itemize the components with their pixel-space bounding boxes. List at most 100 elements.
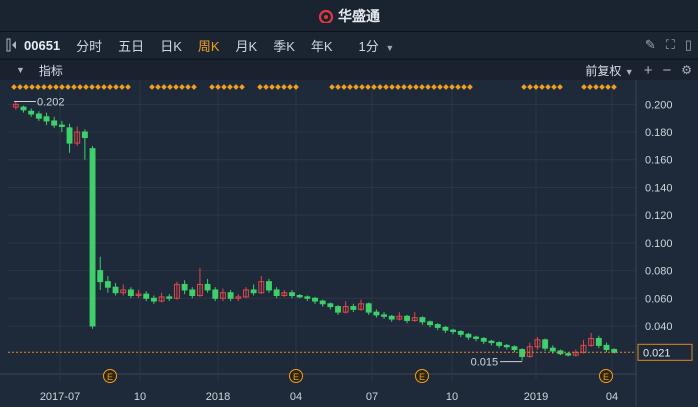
x-tick-label: 04 [290,391,302,403]
candle-body [388,315,395,320]
event-marker-label: E [603,372,609,382]
tab-intraday[interactable]: 分时 [76,36,102,55]
candle-body [565,353,572,356]
min-price-label: 0.015 [471,357,499,369]
plus-icon[interactable]: + [644,62,653,79]
earnings-event-marker[interactable]: E [599,369,613,383]
candle-body [58,124,65,127]
event-marker-label: E [107,372,113,382]
adjust-select[interactable]: 前复权 ▼ [585,62,633,79]
minus-icon[interactable]: − [662,62,671,79]
candle-body [319,300,326,305]
candle-body [104,281,111,288]
candle-body [442,326,449,331]
panel-toggle-icon[interactable]: ▯ [685,37,692,53]
max-price-label: 0.202 [37,97,65,109]
candle-body [66,127,73,144]
candle-body [419,317,426,323]
toolbar: 00651 分时 五日 日K 周K 月K 季K 年K 1分 ▼ ✎ ⛶ ▯ [0,32,698,58]
tab-weekly-k[interactable]: 周K [198,36,220,55]
y-tick-label: 0.080 [645,266,673,278]
candle-body [143,293,150,299]
y-tick-label: 0.100 [645,238,673,250]
pen-icon[interactable]: ✎ [645,37,656,53]
candle-body [181,283,188,291]
x-tick-label: 10 [446,391,458,403]
candle-body [296,295,303,298]
candle-body [603,344,610,351]
candle-body [404,315,411,321]
candle-body [266,281,272,291]
y-tick-label: 0.180 [645,127,673,139]
candle-body [20,106,27,111]
candle-body [434,324,441,328]
candle-body [365,303,372,313]
interval-value: 1分 [358,38,379,54]
candle-body [212,289,219,299]
x-tick-label: 10 [134,391,146,403]
candle-body [250,289,257,294]
candle-body [204,283,211,291]
candle-body [503,344,510,348]
sidebar-toggle-icon[interactable] [6,38,18,52]
candle-body [450,329,457,333]
chevron-down-icon: ▼ [385,42,395,53]
gear-icon[interactable]: ⚙ [681,63,692,77]
ticker-group[interactable]: 00651 [6,38,60,53]
earnings-event-marker[interactable]: E [289,369,303,383]
candle-body [542,339,549,349]
candle-body [519,349,526,357]
candle-body [496,342,503,346]
tab-quarterly-k[interactable]: 季K [273,36,295,55]
candle-body [373,311,380,316]
indicator-tools: 前复权 ▼ + − ⚙ [585,62,692,79]
candle-body [473,336,480,339]
candle-body [350,306,357,310]
app-logo: 华盛通 [318,6,380,26]
y-tick-label: 0.060 [645,293,673,305]
candle-body [427,321,434,326]
candle-body [312,297,318,302]
y-axis: 0.200 0.180 0.160 0.140 0.120 0.100 0.080 0.060… [645,99,673,333]
tab-yearly-k[interactable]: 年K [311,36,333,55]
tab-daily-k[interactable]: 日K [160,36,182,55]
x-tick-label: 2017-07 [40,391,80,403]
earnings-event-marker[interactable]: E [103,369,117,383]
candle-body [150,297,157,302]
candle-body [304,296,311,299]
candle-body [511,346,518,351]
kline-chart[interactable]: 0.202 0.015 0.021 0.200 0.180 0.160 0.140 0.12… [0,80,698,407]
event-marker-label: E [419,372,425,382]
chevron-down-icon: ▼ [624,66,634,77]
candle-body [335,306,341,313]
candle-body [381,314,387,317]
x-tick-label: 04 [606,391,618,403]
candle-body [189,289,196,296]
tab-five-day[interactable]: 五日 [118,36,144,55]
candle-body [549,347,556,352]
last-price-label: 0.021 [643,347,671,359]
interval-select[interactable]: 1分 ▼ [359,36,395,55]
candle-body [127,289,134,296]
x-tick-label: 07 [366,391,378,403]
app-title: 华盛通 [338,7,380,24]
earnings-event-marker[interactable]: E [415,369,429,383]
candle-body [465,333,472,338]
candle-body [595,337,602,346]
candle-body [35,113,42,119]
candle-body [112,286,119,294]
adjust-value: 前复权 [585,63,622,78]
y-tick-label: 0.140 [645,182,673,194]
candle-body [97,270,104,283]
fullscreen-icon[interactable]: ⛶ [666,37,675,53]
toolbar-tools: ✎ ⛶ ▯ [645,37,692,53]
candle-body [480,337,487,342]
candle-body [227,292,234,299]
ticker-code: 00651 [24,37,61,53]
indicator-label[interactable]: 指标 [39,62,63,79]
candle-body [28,110,35,115]
tab-monthly-k[interactable]: 月K [236,36,258,55]
y-tick-label: 0.040 [645,321,673,333]
candle-body [327,303,334,308]
collapse-icon[interactable]: ▼ [16,65,25,75]
